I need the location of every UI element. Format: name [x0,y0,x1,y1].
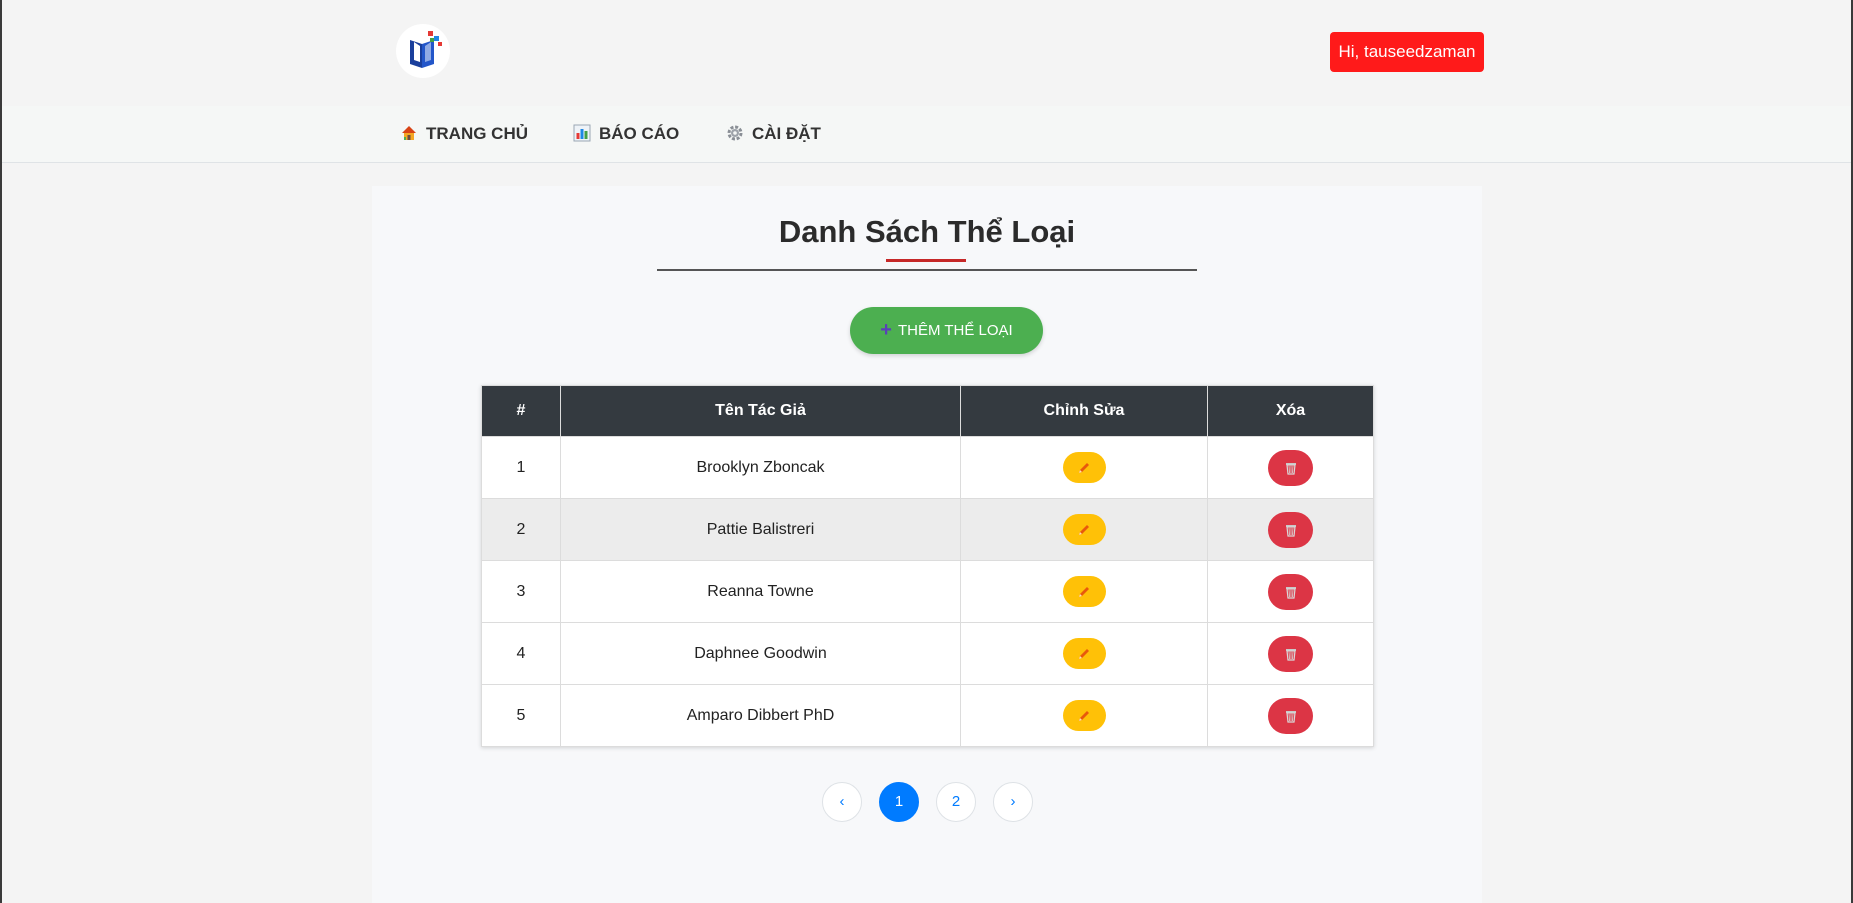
row-index: 1 [481,436,561,499]
table-row: 3 Reanna Towne [481,560,1374,623]
trash-icon [1285,462,1296,475]
row-name: Daphnee Goodwin [560,622,961,685]
edit-button[interactable] [1062,514,1106,545]
pagination-page-1[interactable]: 1 [879,782,919,822]
table-row: 5 Amparo Dibbert PhD [481,684,1374,747]
title-accent-underline [886,259,966,262]
table-header-row: # Tên Tác Giả Chỉnh Sửa Xóa [481,385,1374,437]
main-nav: TRANG CHỦ BÁO CÁO CÀI ĐẶT [2,106,1851,163]
delete-button[interactable] [1268,635,1313,672]
nav-label: BÁO CÁO [599,124,680,143]
pencil-icon [1079,462,1089,473]
table-row: 1 Brooklyn Zboncak [481,436,1374,499]
nav-item-home[interactable]: TRANG CHỦ [400,106,528,162]
pencil-icon [1079,524,1089,535]
nav-label: CÀI ĐẶT [752,124,821,143]
delete-button[interactable] [1268,573,1313,610]
edit-button[interactable] [1062,638,1106,669]
column-header-edit: Chỉnh Sửa [960,385,1208,437]
trash-icon [1285,586,1296,599]
row-name: Pattie Balistreri [560,498,961,561]
pencil-icon [1079,710,1089,721]
delete-button[interactable] [1268,449,1313,486]
row-index: 4 [481,622,561,685]
row-name: Reanna Towne [560,560,961,623]
add-category-button[interactable]: + THÊM THỂ LOẠI [850,307,1043,354]
edit-button[interactable] [1062,452,1106,483]
trash-icon [1285,710,1296,723]
edit-button[interactable] [1062,700,1106,731]
pagination-next-button[interactable]: › [993,782,1033,822]
page-title: Danh Sách Thể Loại [778,214,1076,249]
table-row: 2 Pattie Balistreri [481,498,1374,561]
row-index: 2 [481,498,561,561]
content-card: Danh Sách Thể Loại + THÊM THỂ LOẠI # Tên … [372,186,1482,903]
pencil-icon [1079,648,1089,659]
row-index: 5 [481,684,561,747]
bar-chart-icon [573,124,591,142]
column-header-index: # [481,385,561,437]
logo[interactable] [396,24,450,78]
title-divider [657,269,1197,271]
row-name: Amparo Dibbert PhD [560,684,961,747]
pagination-page-2[interactable]: 2 [936,782,976,822]
row-index: 3 [481,560,561,623]
home-icon [402,126,416,140]
table-row: 4 Daphnee Goodwin [481,622,1374,685]
pencil-icon [1079,586,1089,597]
add-button-label: THÊM THỂ LOẠI [897,322,1013,339]
user-greeting-button[interactable]: Hi, tauseedzaman [1330,32,1484,72]
row-name: Brooklyn Zboncak [560,436,961,499]
plus-icon: + [880,319,892,341]
trash-icon [1285,524,1296,537]
nav-item-settings[interactable]: CÀI ĐẶT [726,106,821,162]
delete-button[interactable] [1268,697,1313,734]
header: Hi, tauseedzaman [2,0,1851,106]
trash-icon [1285,648,1296,661]
nav-item-reports[interactable]: BÁO CÁO [573,106,679,162]
column-header-delete: Xóa [1207,385,1374,437]
pagination-prev-button[interactable]: ‹ [822,782,862,822]
gear-icon [727,125,743,141]
delete-button[interactable] [1268,511,1313,548]
column-header-name: Tên Tác Giả [560,385,961,437]
nav-label: TRANG CHỦ [426,124,528,143]
category-table: # Tên Tác Giả Chỉnh Sửa Xóa 1 Brooklyn Z… [481,385,1374,747]
book-logo-icon [410,31,442,68]
edit-button[interactable] [1062,576,1106,607]
